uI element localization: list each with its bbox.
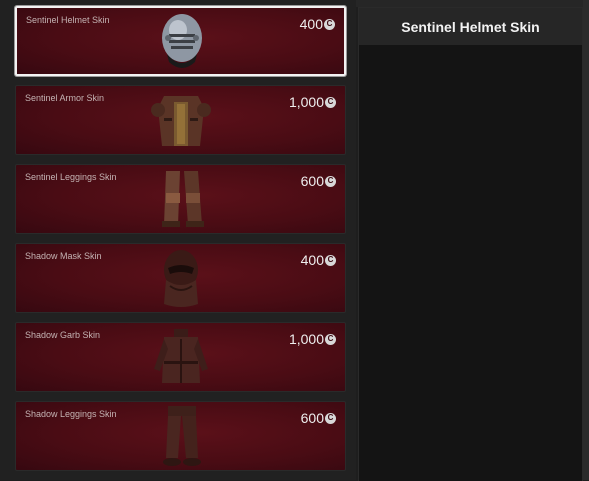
item-name: Shadow Leggings Skin	[25, 409, 117, 419]
shop-item-sentinel-leggings[interactable]: Sentinel Leggings Skin 600 C	[15, 164, 346, 234]
shop-item-shadow-mask[interactable]: Shadow Mask Skin 400 C	[15, 243, 346, 313]
item-price: 600 C	[301, 410, 336, 426]
currency-coin-icon: C	[324, 18, 335, 30]
item-price: 600 C	[301, 173, 336, 189]
shop-item-shadow-garb[interactable]: Shadow Garb Skin 1,000 C	[15, 322, 346, 392]
panel-top-frame	[356, 0, 589, 7]
right-frame-edge	[583, 0, 589, 480]
currency-coin-icon: C	[325, 254, 336, 266]
shop-item-sentinel-helmet[interactable]: Sentinel Helmet Skin 400 C	[15, 6, 346, 76]
item-name: Sentinel Leggings Skin	[25, 172, 117, 182]
sentinel-leggings-icon	[162, 171, 204, 227]
price-value: 600	[300, 410, 324, 426]
item-price: 1,000 C	[289, 94, 336, 110]
shop-item-sentinel-armor[interactable]: Sentinel Armor Skin 1,000 C	[15, 85, 346, 155]
item-name: Sentinel Helmet Skin	[26, 15, 110, 25]
shadow-mask-icon	[164, 250, 198, 307]
shadow-leggings-icon	[163, 406, 201, 466]
item-name: Shadow Mask Skin	[25, 251, 102, 261]
detail-title: Sentinel Helmet Skin	[401, 18, 540, 35]
item-detail-panel: Sentinel Helmet Skin	[358, 7, 583, 481]
currency-coin-icon: C	[325, 96, 336, 108]
detail-header: Sentinel Helmet Skin	[359, 8, 582, 45]
currency-coin-icon: C	[325, 412, 336, 424]
item-name: Sentinel Armor Skin	[25, 93, 105, 103]
price-value: 1,000	[288, 331, 324, 347]
price-value: 600	[300, 173, 324, 189]
currency-coin-icon: C	[325, 175, 336, 187]
item-price: 400 C	[300, 16, 335, 32]
item-name: Shadow Garb Skin	[25, 330, 101, 340]
shop-item-shadow-leggings[interactable]: Shadow Leggings Skin 600 C	[15, 401, 346, 471]
sentinel-armor-icon	[151, 96, 211, 146]
currency-coin-icon: C	[325, 333, 336, 345]
sentinel-helmet-icon	[162, 14, 202, 68]
price-value: 1,000	[288, 94, 324, 110]
shop-item-list: Sentinel Helmet Skin 400 C Sentinel Armo…	[0, 0, 356, 480]
price-value: 400	[300, 252, 324, 268]
item-price: 1,000 C	[289, 331, 336, 347]
shadow-garb-icon	[154, 329, 208, 383]
item-price: 400 C	[301, 252, 336, 268]
price-value: 400	[299, 16, 323, 32]
